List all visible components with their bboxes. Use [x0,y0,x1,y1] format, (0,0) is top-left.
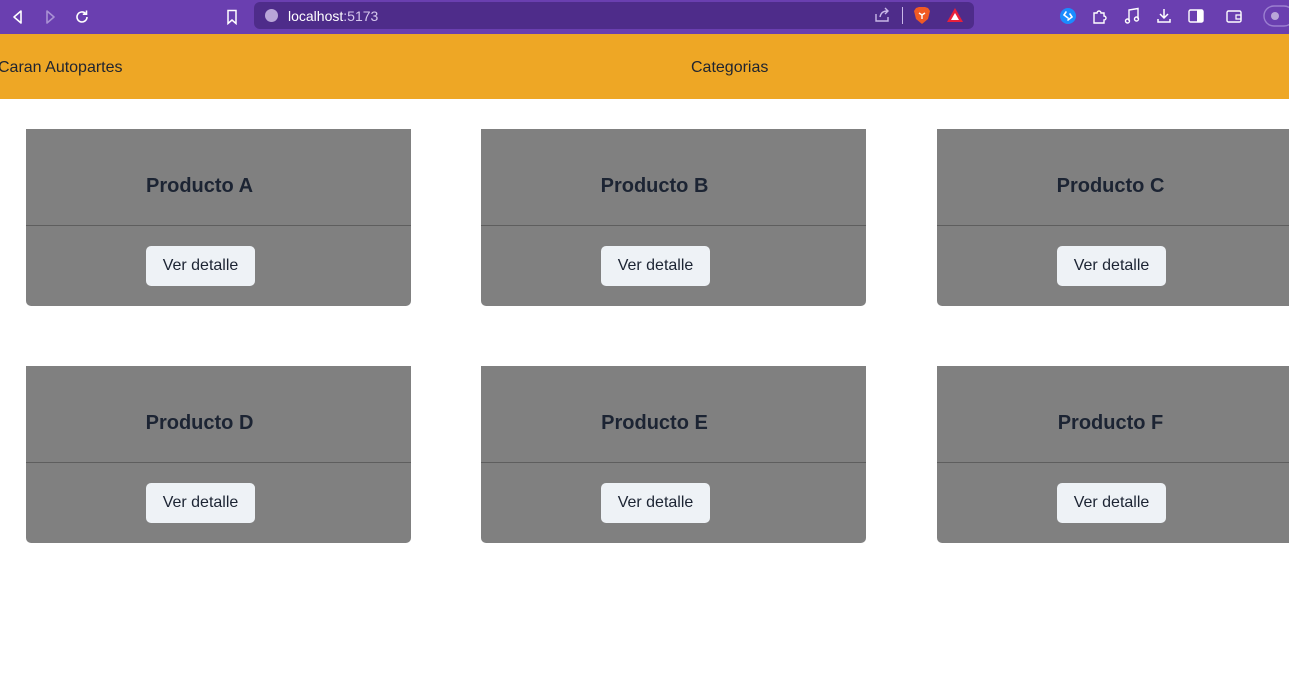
ver-detalle-button[interactable]: Ver detalle [1057,246,1166,286]
profile-icon[interactable] [1263,5,1289,27]
wallet-icon[interactable] [1225,7,1243,25]
categorias-link[interactable]: Categorias [691,59,768,77]
product-card: Producto C Ver detalle [937,129,1289,306]
rewards-icon[interactable] [946,7,964,23]
ver-detalle-button[interactable]: Ver detalle [146,246,255,286]
card-divider [481,462,866,463]
ver-detalle-button[interactable]: Ver detalle [601,483,710,523]
url-text: localhost:5173 [288,8,378,24]
shazam-extension-icon[interactable] [1059,7,1077,25]
ver-detalle-button[interactable]: Ver detalle [601,246,710,286]
forward-icon[interactable] [40,7,60,27]
product-title: Producto E [601,412,708,434]
url-host: localhost [288,8,344,24]
card-divider [26,225,411,226]
back-icon[interactable] [8,7,28,27]
sidebar-icon[interactable] [1187,7,1205,25]
share-icon[interactable] [874,7,892,23]
product-card: Producto A Ver detalle [26,129,411,306]
product-title: Producto C [1056,175,1165,197]
product-card: Producto D Ver detalle [26,366,411,543]
address-bar[interactable]: localhost:5173 [254,2,974,29]
bookmark-icon[interactable] [222,7,242,27]
url-port: :5173 [343,8,379,24]
product-title: Producto F [1057,412,1164,434]
card-divider [26,462,411,463]
product-card: Producto F Ver detalle [937,366,1289,543]
card-divider [481,225,866,226]
product-title: Producto A [145,175,254,197]
extensions-icon[interactable] [1091,7,1109,25]
product-card: Producto E Ver detalle [481,366,866,543]
reload-icon[interactable] [72,7,92,27]
browser-toolbar: localhost:5173 [0,0,1289,34]
brand-link[interactable]: Caran Autopartes [0,59,123,77]
card-divider [937,462,1289,463]
media-controls-icon[interactable] [1123,7,1141,25]
card-divider [937,225,1289,226]
ver-detalle-button[interactable]: Ver detalle [146,483,255,523]
urlbar-separator [902,7,903,24]
brave-shields-icon[interactable] [913,6,931,25]
ver-detalle-button[interactable]: Ver detalle [1057,483,1166,523]
product-title: Producto B [600,175,709,197]
product-card: Producto B Ver detalle [481,129,866,306]
site-info-icon[interactable] [265,9,278,22]
app-navbar: Caran Autopartes Categorias [0,34,1289,99]
product-title: Producto D [145,412,254,434]
downloads-icon[interactable] [1155,7,1173,25]
